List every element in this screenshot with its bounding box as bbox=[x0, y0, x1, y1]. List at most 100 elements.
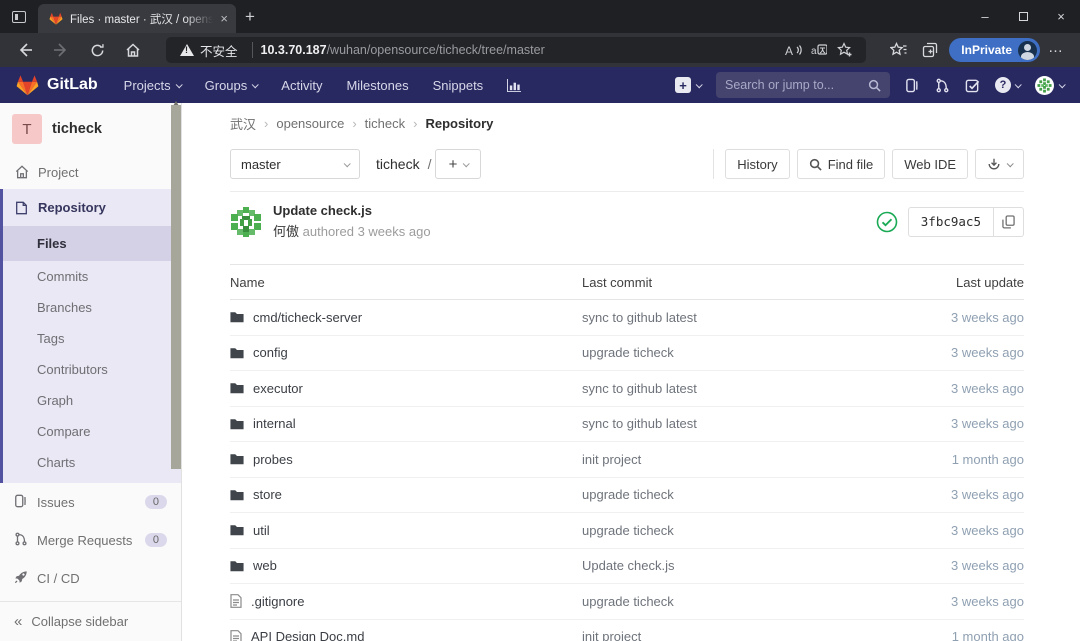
url-text[interactable]: 10.3.70.187/wuhan/opensource/ticheck/tre… bbox=[261, 43, 780, 57]
sidebar-item-project[interactable]: Project bbox=[0, 155, 181, 189]
table-row: API Design Doc.md init project 1 month a… bbox=[230, 619, 1024, 641]
breadcrumb-group[interactable]: 武汉 bbox=[230, 114, 256, 133]
breadcrumb-subgroup[interactable]: opensource bbox=[276, 116, 344, 131]
minimize-button[interactable]: – bbox=[966, 0, 1004, 33]
history-button[interactable]: History bbox=[725, 149, 789, 179]
row-commit-link[interactable]: sync to github latest bbox=[582, 416, 894, 431]
project-header[interactable]: T ticheck bbox=[0, 103, 181, 155]
back-button[interactable] bbox=[8, 36, 42, 64]
forward-button[interactable] bbox=[44, 36, 78, 64]
sidebar-scrollbar-thumb[interactable] bbox=[171, 105, 181, 469]
file-name-link[interactable]: API Design Doc.md bbox=[251, 629, 364, 641]
merge-requests-nav-button[interactable] bbox=[935, 78, 950, 93]
new-menu-button[interactable]: + bbox=[675, 77, 701, 93]
file-name-link[interactable]: util bbox=[253, 523, 270, 538]
file-name-link[interactable]: .gitignore bbox=[251, 594, 304, 609]
row-commit-link[interactable]: upgrade ticheck bbox=[582, 345, 894, 360]
row-commit-link[interactable]: init project bbox=[582, 629, 894, 641]
settings-menu-button[interactable]: … bbox=[1046, 39, 1072, 62]
browser-tab[interactable]: Files · master · 武汉 / opensour... × bbox=[38, 4, 236, 33]
breadcrumb-project[interactable]: ticheck bbox=[365, 116, 405, 131]
maximize-button[interactable] bbox=[1004, 0, 1042, 33]
collections-button[interactable] bbox=[917, 39, 943, 61]
row-commit-link[interactable]: init project bbox=[582, 452, 894, 467]
nav-milestones[interactable]: Milestones bbox=[346, 78, 408, 93]
row-last-update: 3 weeks ago bbox=[951, 594, 1024, 609]
row-commit-link[interactable]: Update check.js bbox=[582, 558, 894, 573]
inprivate-badge[interactable]: InPrivate bbox=[949, 38, 1040, 62]
gitlab-brand[interactable]: GitLab bbox=[47, 76, 98, 94]
chevron-down-icon bbox=[1059, 81, 1066, 88]
vertical-tabs-button[interactable] bbox=[0, 0, 38, 33]
sidebar-item-repository[interactable]: Repository bbox=[3, 189, 181, 226]
row-commit-link[interactable]: upgrade ticheck bbox=[582, 523, 894, 538]
sidebar-item-issues[interactable]: Issues 0 bbox=[0, 483, 181, 521]
home-button[interactable] bbox=[116, 36, 150, 64]
sidebar-item-merge-requests[interactable]: Merge Requests 0 bbox=[0, 521, 181, 559]
commit-author-link[interactable]: 何傲 bbox=[273, 224, 299, 239]
close-button[interactable]: × bbox=[1042, 0, 1080, 33]
refresh-button[interactable] bbox=[80, 36, 114, 64]
collapse-sidebar-button[interactable]: « Collapse sidebar bbox=[0, 601, 181, 641]
branch-selector[interactable]: master bbox=[230, 149, 360, 179]
address-bar[interactable]: 不安全 10.3.70.187/wuhan/opensource/ticheck… bbox=[166, 37, 866, 63]
sidebar-repo-subitem-branches[interactable]: Branches bbox=[3, 292, 181, 323]
row-commit-link[interactable]: upgrade ticheck bbox=[582, 594, 894, 609]
sidebar-repo-subitem-compare[interactable]: Compare bbox=[3, 416, 181, 447]
sidebar-item-cicd[interactable]: CI / CD bbox=[0, 559, 181, 597]
nav-activity[interactable]: Activity bbox=[281, 78, 322, 93]
nav-groups[interactable]: Groups bbox=[205, 78, 258, 93]
web-ide-button[interactable]: Web IDE bbox=[892, 149, 968, 179]
search-box[interactable] bbox=[716, 72, 890, 98]
file-name-link[interactable]: probes bbox=[253, 452, 293, 467]
find-file-button[interactable]: Find file bbox=[797, 149, 886, 179]
path-project-link[interactable]: ticheck bbox=[376, 156, 420, 172]
row-last-update: 1 month ago bbox=[952, 629, 1024, 641]
file-name-link[interactable]: cmd/ticheck-server bbox=[253, 310, 362, 325]
maximize-icon bbox=[1019, 12, 1028, 21]
file-name-link[interactable]: executor bbox=[253, 381, 303, 396]
read-aloud-button[interactable]: A bbox=[780, 39, 806, 61]
file-name-link[interactable]: web bbox=[253, 558, 277, 573]
todos-nav-button[interactable] bbox=[965, 78, 980, 93]
sidebar-repo-subitem-graph[interactable]: Graph bbox=[3, 385, 181, 416]
nav-chart-button[interactable] bbox=[507, 79, 522, 92]
search-icon bbox=[868, 79, 881, 92]
file-icon bbox=[230, 594, 242, 608]
project-name: ticheck bbox=[52, 121, 102, 137]
row-commit-link[interactable]: sync to github latest bbox=[582, 310, 894, 325]
search-input[interactable] bbox=[725, 78, 868, 92]
translate-button[interactable]: a bbox=[806, 39, 832, 61]
sidebar-scrollbar-track[interactable] bbox=[170, 103, 181, 641]
commit-hash[interactable]: 3fbc9ac5 bbox=[908, 207, 994, 237]
issues-nav-button[interactable] bbox=[905, 78, 920, 93]
add-file-button[interactable]: + bbox=[435, 149, 481, 179]
sidebar-repo-subitem-files[interactable]: Files bbox=[3, 226, 181, 261]
user-menu-button[interactable] bbox=[1035, 76, 1064, 95]
nav-snippets[interactable]: Snippets bbox=[433, 78, 484, 93]
pipeline-passed-icon[interactable] bbox=[876, 211, 898, 233]
help-menu-button[interactable]: ? bbox=[995, 77, 1020, 93]
commit-author-avatar[interactable] bbox=[230, 206, 262, 238]
sidebar-repo-subitem-charts[interactable]: Charts bbox=[3, 447, 181, 478]
add-favorite-button[interactable] bbox=[832, 39, 858, 61]
row-commit-link[interactable]: upgrade ticheck bbox=[582, 487, 894, 502]
table-row: executor sync to github latest 3 weeks a… bbox=[230, 371, 1024, 407]
sidebar-repo-subitem-commits[interactable]: Commits bbox=[3, 261, 181, 292]
commit-title-link[interactable]: Update check.js bbox=[273, 203, 431, 218]
download-button[interactable] bbox=[975, 149, 1024, 179]
nav-projects[interactable]: Projects bbox=[124, 78, 181, 93]
file-name-link[interactable]: store bbox=[253, 487, 282, 502]
file-name-link[interactable]: internal bbox=[253, 416, 296, 431]
sidebar-repo-subitem-tags[interactable]: Tags bbox=[3, 323, 181, 354]
file-name-link[interactable]: config bbox=[253, 345, 288, 360]
sidebar-repo-subitem-contributors[interactable]: Contributors bbox=[3, 354, 181, 385]
tab-close-icon[interactable]: × bbox=[220, 12, 228, 25]
copy-hash-button[interactable] bbox=[994, 207, 1024, 237]
avatar-identicon bbox=[1037, 78, 1052, 93]
new-tab-button[interactable]: + bbox=[236, 0, 264, 33]
favorites-bar-button[interactable] bbox=[885, 39, 911, 61]
svg-text:A: A bbox=[785, 44, 793, 57]
security-chip[interactable]: 不安全 bbox=[174, 41, 244, 60]
row-commit-link[interactable]: sync to github latest bbox=[582, 381, 894, 396]
